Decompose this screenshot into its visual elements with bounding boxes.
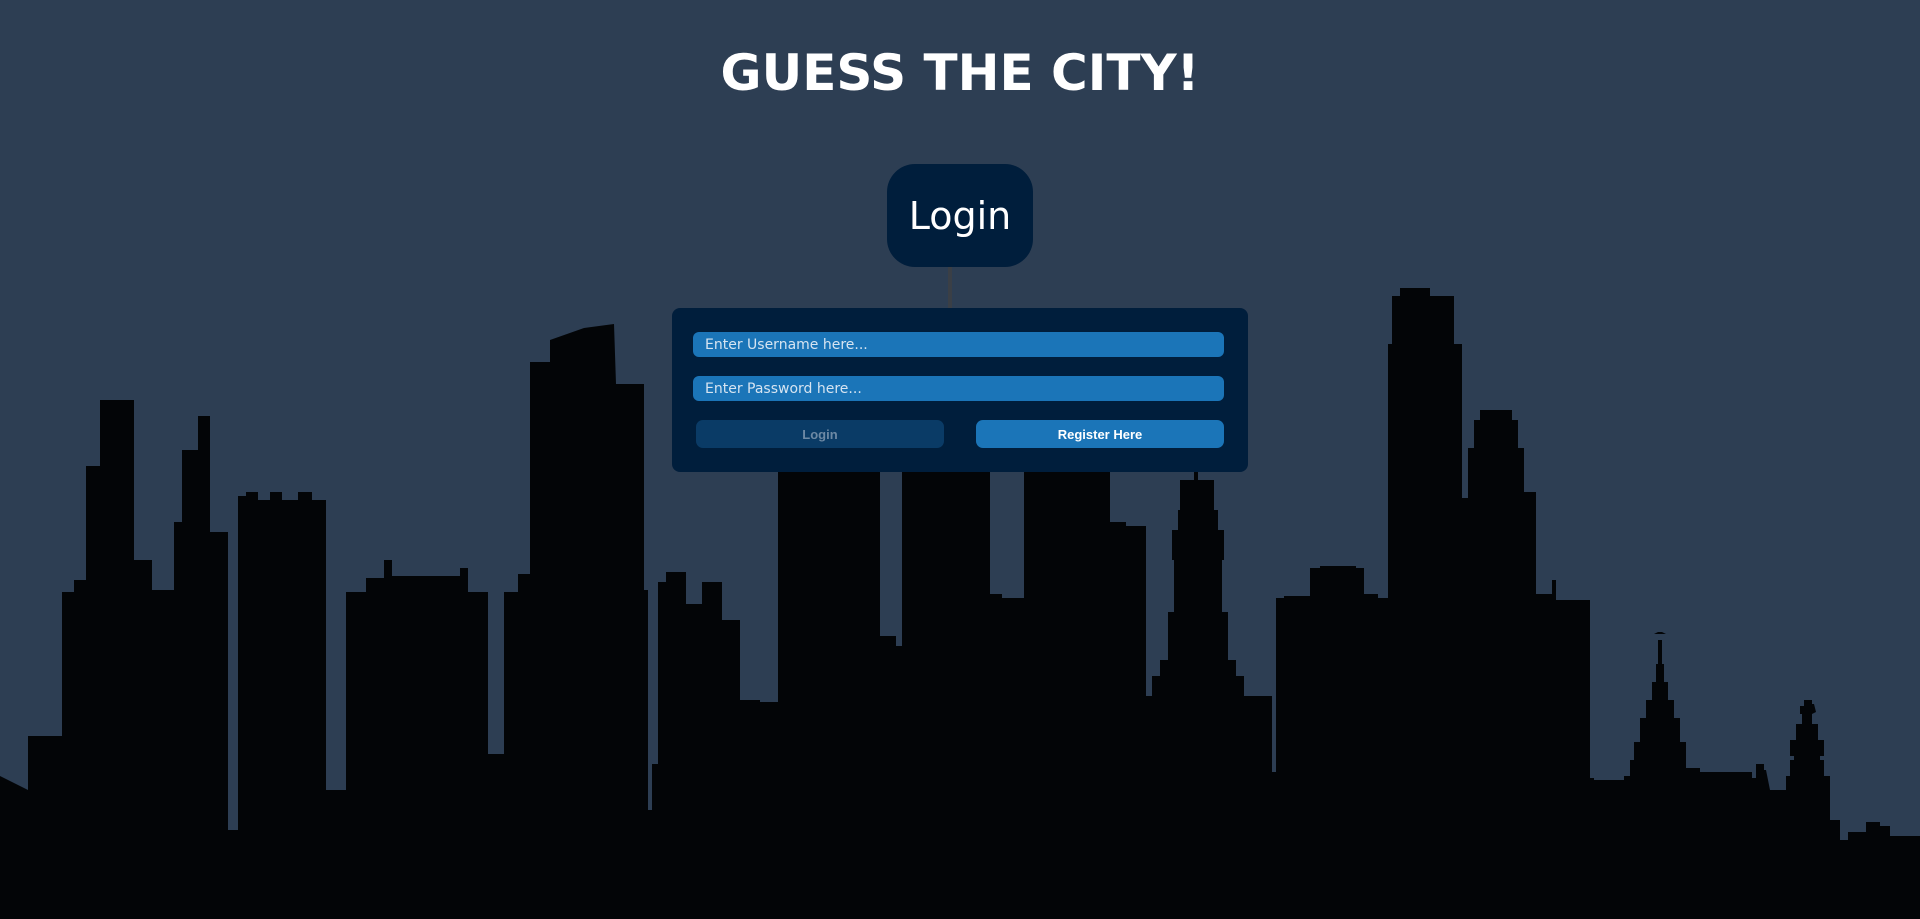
- password-input[interactable]: [693, 376, 1224, 401]
- login-heading-badge: Login: [887, 164, 1033, 267]
- username-input[interactable]: [693, 332, 1224, 357]
- badge-connector-line: [948, 267, 952, 309]
- page-title: GUESS THE CITY!: [720, 44, 1200, 102]
- login-form-panel: Login Register Here: [672, 308, 1248, 472]
- page-root: GUESS THE CITY! Login Login Register Her…: [0, 0, 1920, 919]
- register-button[interactable]: Register Here: [976, 420, 1224, 448]
- login-button[interactable]: Login: [696, 420, 944, 448]
